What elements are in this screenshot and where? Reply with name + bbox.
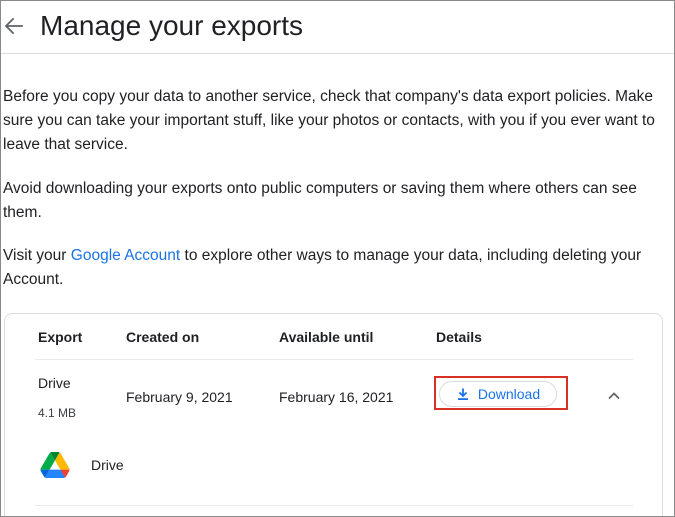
page-title: Manage your exports <box>40 10 304 41</box>
download-icon <box>457 388 468 400</box>
google-account-link[interactable]: Google Account <box>71 247 180 264</box>
page-frame: Manage your exports Before you copy your… <box>0 0 675 517</box>
column-header-created-on: Created on <box>126 329 200 345</box>
intro-paragraph-google-account: Visit your Google Account to explore oth… <box>3 244 671 292</box>
download-button[interactable]: Download <box>439 381 557 407</box>
column-header-export: Export <box>38 329 83 345</box>
export-available-until: February 16, 2021 <box>279 389 394 405</box>
column-header-details: Details <box>436 329 482 345</box>
back-button[interactable] <box>4 15 24 37</box>
export-created-on: February 9, 2021 <box>126 389 233 405</box>
collapse-row-button[interactable] <box>605 387 623 405</box>
page-header: Manage your exports <box>1 1 674 54</box>
arrow-back-icon <box>4 17 23 35</box>
intro-paragraph-public-computers: Avoid downloading your exports onto publ… <box>3 180 637 221</box>
column-header-available-until: Available until <box>279 329 374 345</box>
download-button-label: Download <box>477 386 541 402</box>
paragraph-text-before-link: Visit your <box>3 247 71 264</box>
intro-paragraph-policies: Before you copy your data to another ser… <box>3 88 655 153</box>
export-size: 4.1 MB <box>38 406 77 420</box>
google-drive-logo-icon <box>40 452 70 478</box>
export-product-name: Drive <box>91 457 124 473</box>
chevron-up-icon <box>608 392 620 400</box>
exports-table-card: Export Created on Available until Detail… <box>4 313 663 516</box>
export-name: Drive <box>38 375 71 391</box>
row-divider <box>35 505 633 506</box>
header-divider <box>35 359 633 360</box>
